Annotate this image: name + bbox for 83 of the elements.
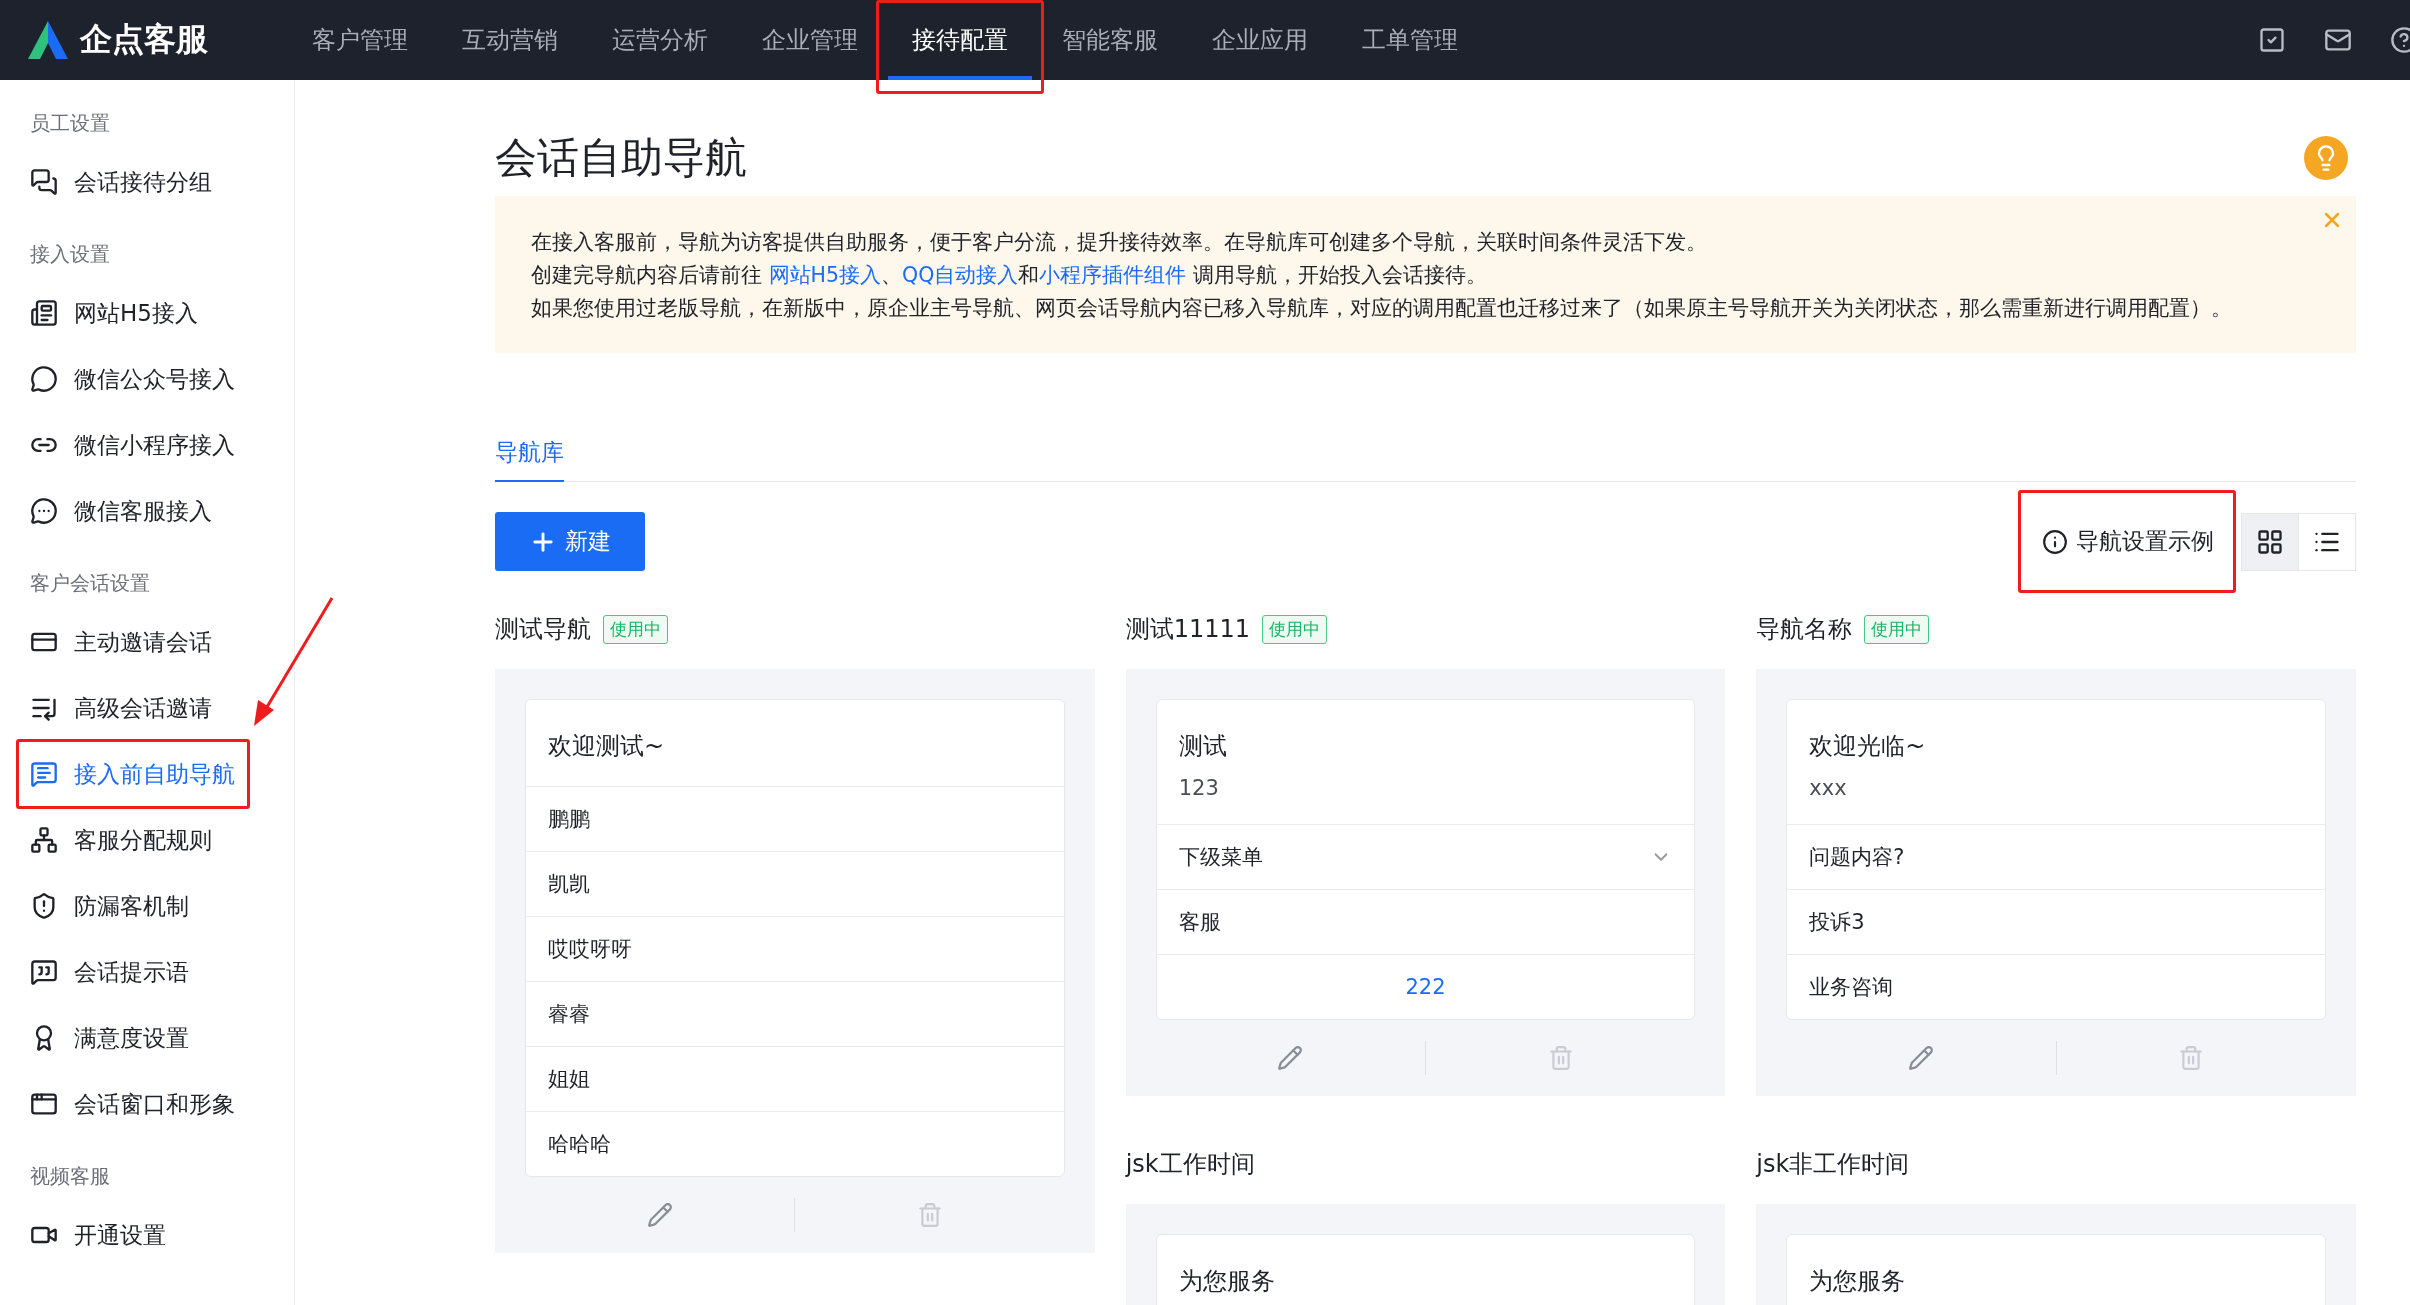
sidebar-item[interactable]: 网站H5接入 [0,280,228,346]
help-icon[interactable] [2390,26,2410,54]
pencil-icon [1277,1045,1304,1071]
sidebar-item[interactable]: 微信公众号接入 [0,346,265,412]
new-button[interactable]: 新建 [495,512,645,571]
sidebar-item[interactable]: 微信小程序接入 [0,412,265,478]
nav-tab[interactable]: 企业应用 [1188,0,1332,80]
menu-item[interactable]: 投诉3 [1787,889,2325,954]
document-icon [30,299,58,327]
sidebar-item[interactable]: 会话提示语 [0,939,219,1005]
sidebar-item[interactable]: 高级会话邀请 [0,675,242,741]
status-tag: 使用中 [1262,614,1328,644]
sidebar-heading: 客户会话设置 [29,570,151,597]
greeting-subtitle: 123 [1178,776,1220,800]
nav-tab[interactable]: 智能客服 [1038,0,1182,80]
trash-icon [917,1202,943,1228]
navigation-name: 测试导航 [495,614,591,645]
menu-item[interactable]: 问题内容? [1787,824,2325,889]
navigation-name: 导航名称 [1756,614,1853,645]
sidebar-heading: 接入设置 [29,241,111,268]
message-text-icon [30,760,58,788]
status-tag: 使用中 [1864,614,1930,644]
sidebar-heading: 员工设置 [29,110,111,137]
menu-item[interactable]: 睿睿 [526,981,1064,1046]
menu-item[interactable]: 鹏鹏 [526,786,1064,851]
greeting-text: 为您服务 [1809,1266,1907,1297]
chat-bubbles-icon [30,168,58,196]
menu-item[interactable]: 哎哎呀呀 [526,916,1064,981]
navigation-name: jsk非工作时间 [1756,1149,1910,1180]
sidebar-item[interactable]: 防漏客机制 [0,873,219,939]
grid-icon [2256,527,2284,556]
nav-tab[interactable]: 互动营销 [438,0,582,80]
sidebar-item[interactable]: 微信客服接入 [0,478,242,544]
list-view-button[interactable] [2298,512,2356,571]
submenu-row[interactable]: 下级菜单 [1156,824,1695,889]
notice-text: 如果您使用过老版导航，在新版中，原企业主号导航、网页会话导航内容已移入导航库，对应的调用配置也迁移过来了（如果原主号导航开关为关闭状态，那么需重新进行调用配置）。 [531,295,2233,322]
trash-icon [2178,1045,2205,1071]
status-tag: 使用中 [603,614,668,644]
nav-tab[interactable]: 客户管理 [288,0,432,80]
sidebar-item[interactable]: 客服分配规则 [0,807,242,873]
navigation-name: 测试11111 [1125,614,1251,645]
nav-tab[interactable]: 企业管理 [738,0,882,80]
sidebar-item[interactable]: 开通设置 [0,1202,196,1268]
sidebar-item[interactable]: 主动邀请会话 [0,609,242,675]
menu-item[interactable]: 姐姐 [526,1046,1064,1111]
info-icon [2042,528,2068,555]
sidebar-item[interactable]: 会话窗口和形象 [0,1071,265,1137]
pencil-icon [1908,1045,1934,1071]
page-title: 会话自助导航 [495,132,747,184]
notice-link[interactable]: QQ自动接入 [902,263,1019,287]
menu-item[interactable]: 客服 [1156,889,1695,954]
greeting-text: 欢迎光临~ [1809,731,1927,762]
menu-item[interactable]: 哈哈哈 [526,1111,1064,1176]
menu-item[interactable]: 凯凯 [526,851,1064,916]
logo-icon [28,21,68,59]
brand-name: 企点客服 [80,19,208,60]
menu-button[interactable]: 222 [1156,954,1695,1019]
lightbulb-icon[interactable] [2304,136,2348,180]
sidebar-item[interactable]: 接入前自助导航 [0,741,265,807]
nav-tab[interactable]: 运营分析 [588,0,732,80]
greeting-text: 欢迎测试~ [548,731,666,762]
sidebar-item[interactable]: 满意度设置 [0,1005,219,1071]
task-check-icon[interactable] [2258,26,2286,54]
notice-text: 创建完导航内容后请前往 网站H5接入、QQ自动接入和小程序插件组件 调用导航，开始投入会话接待。 [531,262,1488,289]
greeting-subtitle: xxx [1809,776,1848,800]
nav-tab[interactable]: 工单管理 [1338,0,1482,80]
example-link[interactable]: 导航设置示例 [2028,526,2228,557]
nav-tab[interactable]: 接待配置 [888,0,1032,80]
sidebar-heading: 视频客服 [29,1163,111,1190]
menu-item[interactable]: 业务咨询 [1787,954,2325,1019]
library-tab[interactable]: 导航库 [495,437,564,482]
grid-view-button[interactable] [2241,512,2299,571]
message-quote-icon [30,958,58,986]
greeting-text: 为您服务 [1178,1266,1276,1297]
greeting-text: 测试 [1178,731,1228,762]
notice-text: 在接入客服前，导航为访客提供自助服务，便于客户分流，提升接待效率。在导航库可创建多个导航，关联时间条件灵活下发。 [531,229,1708,256]
network-icon [30,826,58,854]
trash-icon [1547,1045,1574,1071]
sidebar-item[interactable]: 会话接待分组 [0,149,242,215]
notice-link[interactable]: 网站H5接入 [768,263,881,287]
notice-link[interactable]: 小程序插件组件 [1039,263,1187,287]
pencil-icon [646,1202,673,1228]
navigation-name: jsk工作时间 [1125,1149,1255,1180]
